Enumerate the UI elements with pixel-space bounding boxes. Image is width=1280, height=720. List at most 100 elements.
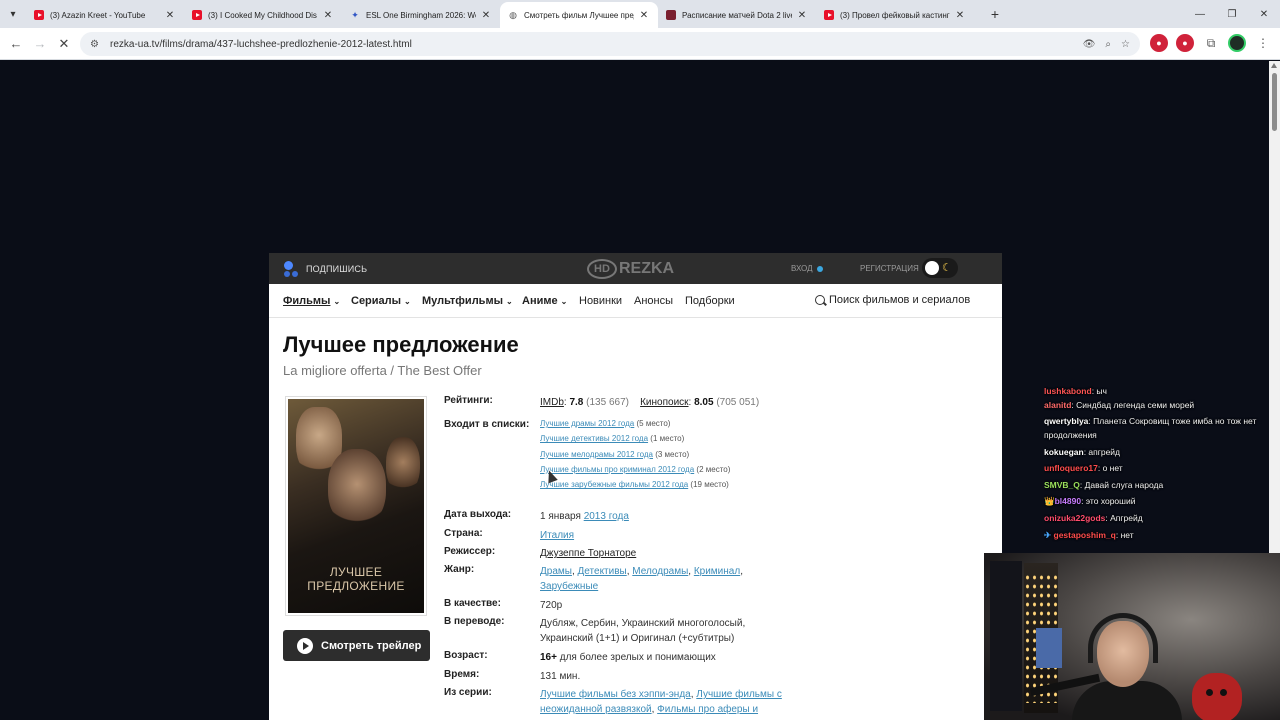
tab-title: Расписание матчей Dota 2 live [682, 10, 792, 20]
list-link[interactable]: Лучшие фильмы про криминал 2012 года [540, 465, 694, 474]
crown-badge-icon: 👑 [1044, 496, 1055, 507]
nav-series[interactable]: Сериалы ⌄ [351, 295, 411, 307]
close-tab-icon[interactable]: ✕ [164, 10, 176, 21]
age-label: Возраст: [444, 650, 488, 661]
address-bar[interactable]: ⚙ rezka-ua.tv/films/drama/437-luchshee-p… [80, 32, 1140, 56]
esl-icon: ✦ [351, 9, 359, 20]
close-tab-icon[interactable]: ✕ [638, 10, 650, 21]
list-item: Лучшие драмы 2012 года (5 место) [540, 416, 800, 431]
watch-trailer-button[interactable]: Смотреть трейлер [283, 630, 430, 661]
series-link[interactable]: Лучшие фильмы без хэппи-энда [540, 689, 691, 700]
browser-tab[interactable]: (3) I Cooked My Childhood Dis ✕ [184, 2, 342, 28]
kinopoisk-link[interactable]: Кинопоиск [640, 397, 688, 408]
nav-cartoons[interactable]: Мультфильмы ⌄ [422, 295, 513, 307]
site-info-icon[interactable]: ⚙ [90, 39, 106, 50]
age-rating: 16+ [540, 652, 557, 663]
release-year-link[interactable]: 2013 года [584, 511, 629, 522]
forward-arrow-icon[interactable]: → [28, 32, 52, 56]
browser-tab[interactable]: ✦ ESL One Birmingham 2026: We ✕ [342, 2, 500, 28]
login-link[interactable]: ВХОД [791, 264, 823, 273]
site-top-bar: ПОДПИШИСЬ HD REZKA ВХОД РЕГИСТРАЦИЯ ☾ [269, 253, 1002, 284]
extension-icon[interactable]: ● [1176, 34, 1194, 52]
stop-loading-icon[interactable]: ✕ [52, 32, 76, 56]
restore-icon[interactable]: ❐ [1216, 9, 1248, 20]
streamer-webcam [984, 553, 1280, 720]
youtube-icon [192, 10, 202, 20]
new-tab-icon[interactable]: + [984, 3, 1006, 25]
chat-text: : Апгрейд [1105, 512, 1143, 523]
country-label: Страна: [444, 528, 483, 539]
close-tab-icon[interactable]: ✕ [796, 10, 808, 21]
tab-title: (3) I Cooked My Childhood Dis [208, 10, 317, 20]
quality-value: 720p [540, 600, 563, 611]
subscribe-button[interactable]: ПОДПИШИСЬ [282, 260, 367, 278]
extensions-puzzle-icon[interactable]: ⧉ [1202, 34, 1220, 52]
list-link[interactable]: Лучшие драмы 2012 года [540, 419, 634, 428]
ratings-label: Рейтинги: [444, 395, 493, 406]
series-link[interactable]: Фильмы про аферы и [657, 704, 758, 715]
cybersport-icon [666, 10, 676, 20]
login-label: ВХОД [791, 264, 813, 273]
site-logo[interactable]: HD REZKA [587, 259, 674, 279]
film-poster[interactable]: ЛУЧШЕЕ ПРЕДЛОЖЕНИЕ [285, 396, 427, 616]
country-link[interactable]: Италия [540, 530, 574, 541]
genre-value: Драмы, Детективы, Мелодрамы, Криминал, З… [540, 566, 743, 592]
youtube-icon [824, 10, 834, 20]
site-search[interactable]: Поиск фильмов и сериалов [815, 294, 970, 306]
bookmark-star-icon[interactable]: ☆ [1121, 39, 1130, 50]
chat-message: kokuegan: апгрейд [1044, 444, 1280, 461]
series-value: Лучшие фильмы без хэппи-энда, Лучшие фил… [540, 689, 782, 715]
list-link[interactable]: Лучшие детективы 2012 года [540, 434, 648, 443]
subscribe-label: ПОДПИШИСЬ [306, 264, 368, 274]
search-placeholder: Поиск фильмов и сериалов [829, 294, 971, 306]
browser-menu-icon[interactable]: ⋮ [1254, 34, 1272, 52]
extension-icon[interactable]: ● [1150, 34, 1168, 52]
profile-avatar[interactable] [1228, 34, 1246, 52]
scrollbar-thumb[interactable] [1272, 73, 1277, 131]
browser-tab[interactable]: (3) Провел фейковый кастинг ✕ [816, 2, 974, 28]
list-place: (19 место) [690, 480, 729, 490]
nav-new[interactable]: Новинки [579, 295, 622, 307]
tab-title: Смотреть фильм Лучшее пред [524, 10, 634, 20]
poster-image: ЛУЧШЕЕ ПРЕДЛОЖЕНИЕ [288, 399, 424, 613]
nav-anime[interactable]: Аниме ⌄ [522, 295, 567, 307]
list-link[interactable]: Лучшие зарубежные фильмы 2012 года [540, 480, 688, 489]
chat-text: : это хороший [1081, 496, 1136, 507]
close-window-icon[interactable]: ✕ [1248, 9, 1280, 20]
search-icon [815, 295, 825, 305]
nav-announcements[interactable]: Анонсы [634, 295, 673, 307]
nav-collections[interactable]: Подборки [685, 295, 735, 307]
close-tab-icon[interactable]: ✕ [954, 10, 966, 21]
genre-link[interactable]: Драмы [540, 566, 572, 577]
logo-hd: HD [587, 259, 617, 279]
nav-films[interactable]: Фильмы ⌄ [283, 295, 340, 307]
register-link[interactable]: РЕГИСТРАЦИЯ [860, 264, 919, 273]
director-link[interactable]: Джузеппе Торнаторе [540, 548, 636, 559]
url-text[interactable]: rezka-ua.tv/films/drama/437-luchshee-pre… [110, 39, 412, 50]
plane-badge-icon: ✈ [1044, 529, 1052, 540]
back-arrow-icon[interactable]: ← [4, 32, 28, 56]
chat-username: SMVB_Q [1044, 479, 1080, 490]
chat-username: kokuegan [1044, 446, 1084, 457]
close-tab-icon[interactable]: ✕ [322, 10, 334, 21]
tracking-icon[interactable]: 👁 [1083, 39, 1096, 50]
zoom-icon[interactable]: ⌕ [1105, 39, 1111, 50]
genre-link[interactable]: Зарубежные [540, 581, 598, 592]
browser-tab[interactable]: Расписание матчей Dota 2 live ✕ [658, 2, 816, 28]
list-link[interactable]: Лучшие мелодрамы 2012 года [540, 450, 653, 459]
close-tab-icon[interactable]: ✕ [480, 10, 492, 21]
chat-message: lushkabond: ыч [1044, 386, 1280, 397]
tab-search-icon[interactable]: ▾ [0, 0, 26, 28]
genre-link[interactable]: Мелодрамы [632, 566, 688, 577]
plush-toy [1192, 673, 1242, 720]
tab-title: ESL One Birmingham 2026: We [366, 10, 476, 20]
translation-value: Дубляж, Сербин, Украинский многоголосый,… [540, 618, 746, 644]
browser-tab-active[interactable]: ◍ Смотреть фильм Лучшее пред ✕ [500, 2, 658, 28]
scroll-up-arrow-icon[interactable] [1271, 63, 1277, 68]
browser-tab[interactable]: (3) Azazin Kreet - YouTube ✕ [26, 2, 184, 28]
imdb-link[interactable]: IMDb [540, 397, 564, 408]
theme-toggle[interactable]: ☾ [922, 258, 958, 278]
minimize-icon[interactable]: — [1184, 9, 1216, 20]
genre-link[interactable]: Криминал [694, 566, 740, 577]
genre-link[interactable]: Детективы [578, 566, 627, 577]
